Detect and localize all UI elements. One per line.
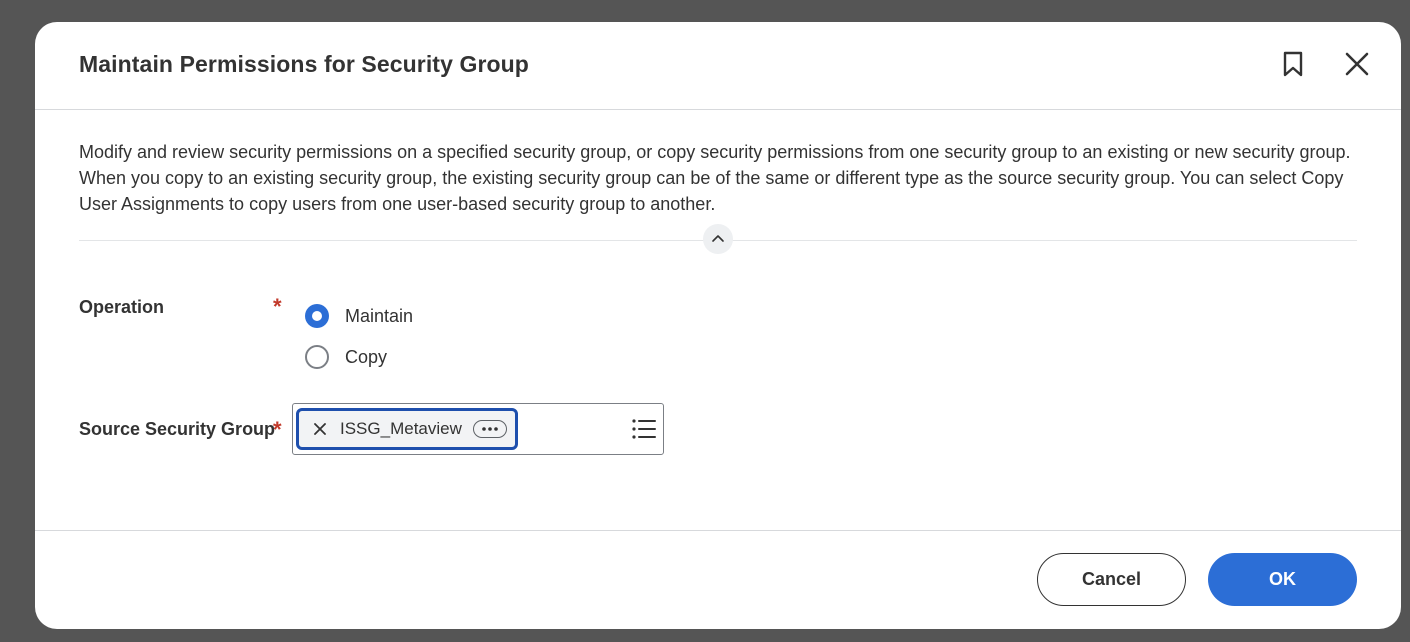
list-icon[interactable] [632, 418, 656, 445]
radio-option-maintain[interactable]: Maintain [305, 302, 413, 330]
copy-radio[interactable] [305, 345, 329, 369]
dialog-description: Modify and review security permissions o… [79, 142, 1351, 214]
operation-required-mark: * [273, 294, 282, 319]
selected-value-text: ISSG_Metaview [340, 419, 462, 438]
source-security-group-prompt[interactable]: ISSG_Metaview [292, 403, 664, 455]
selected-value-pill[interactable]: ISSG_Metaview [296, 408, 518, 450]
ok-button[interactable]: OK [1208, 553, 1357, 606]
operation-label: Operation [79, 297, 165, 317]
bookmark-icon[interactable] [1279, 50, 1307, 78]
cancel-button[interactable]: Cancel [1037, 553, 1186, 606]
maintain-radio-label: Maintain [345, 305, 414, 326]
source-security-group-required-mark: * [273, 417, 282, 442]
dialog-title: Maintain Permissions for Security Group [79, 51, 529, 77]
source-security-group-label: Source Security Group [79, 419, 276, 439]
close-icon[interactable] [1343, 50, 1371, 78]
x-icon[interactable] [312, 421, 328, 437]
more-horizontal-icon[interactable] [472, 420, 507, 438]
dialog-header: Maintain Permissions for Security Group [35, 22, 1401, 110]
dialog-footer: Cancel OK [35, 530, 1401, 630]
copy-radio-label: Copy [345, 346, 388, 367]
radio-option-copy[interactable]: Copy [305, 343, 387, 371]
chevron-up-icon[interactable] [703, 224, 733, 254]
dialog: Maintain Permissions for Security Group … [35, 22, 1401, 629]
maintain-radio[interactable] [305, 304, 329, 328]
